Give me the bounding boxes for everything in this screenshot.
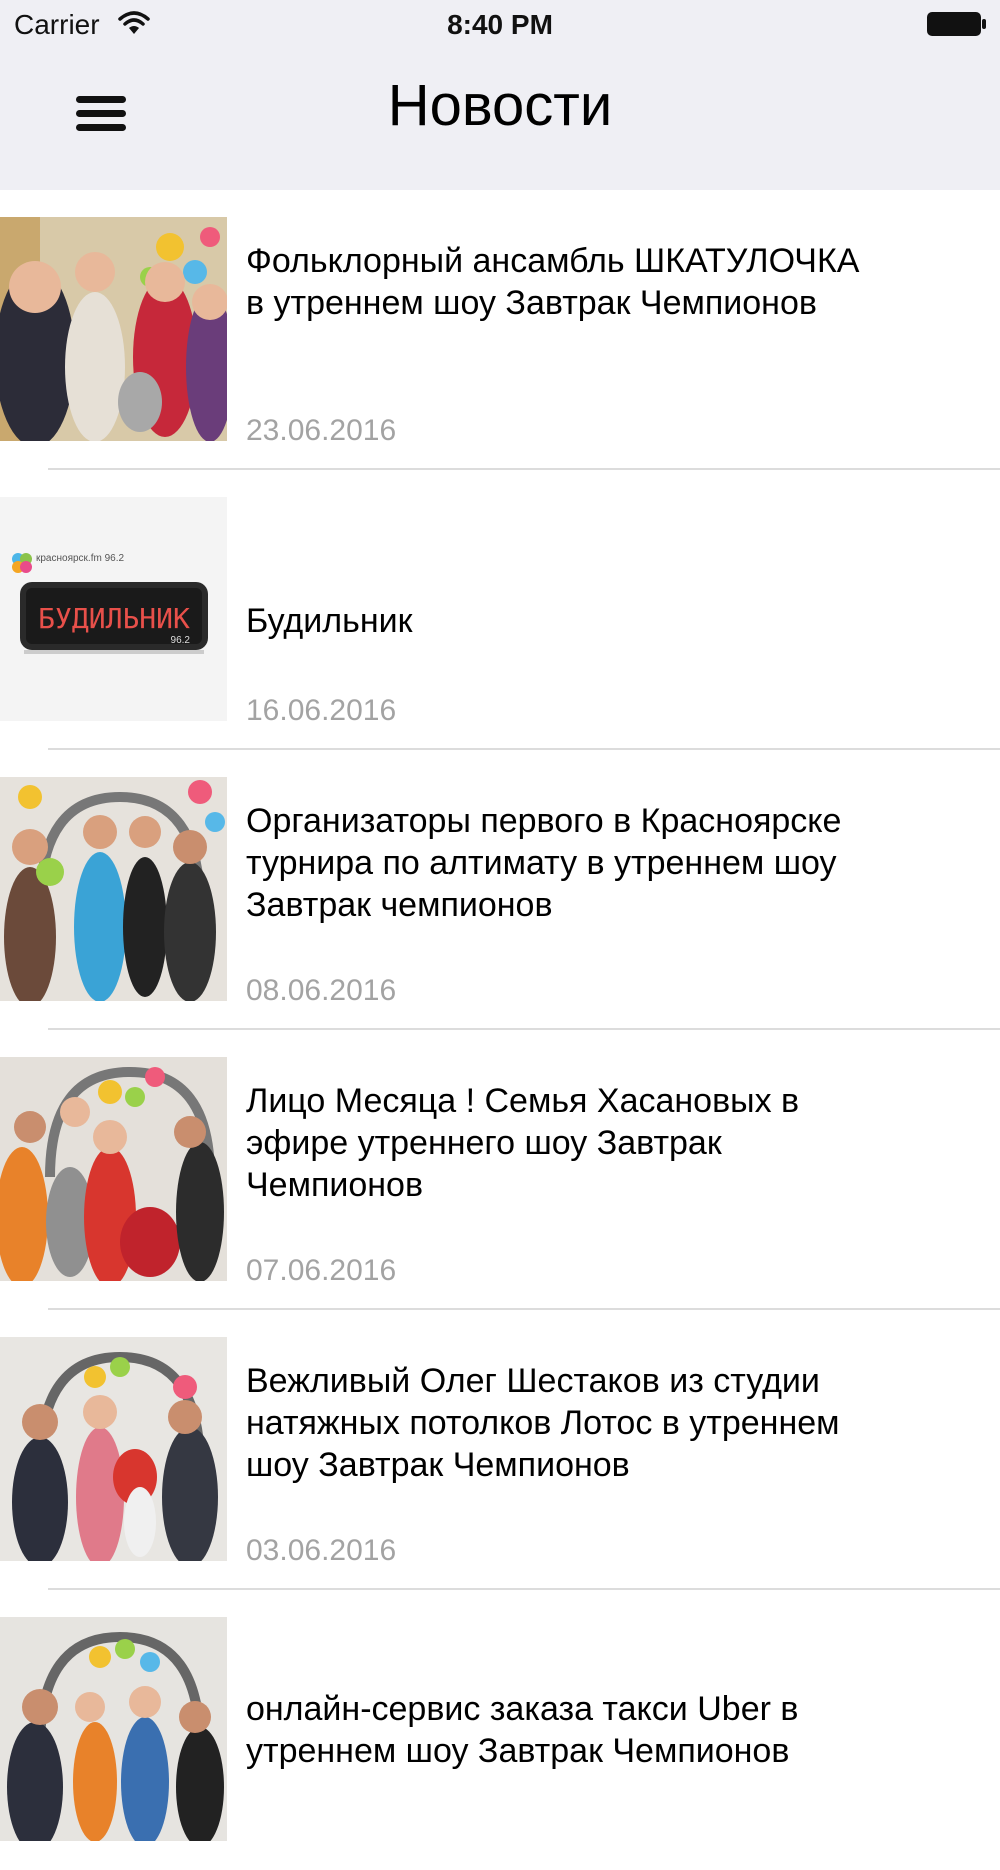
logo-frequency-text: 96.2: [171, 635, 191, 646]
navigation-bar: Новости: [0, 50, 1000, 190]
news-thumbnail: [0, 1617, 227, 1841]
news-item[interactable]: Вежливый Олег Шестаков из студии натяжны…: [0, 1310, 1000, 1590]
news-thumbnail: [0, 1337, 227, 1561]
news-date: 03.06.2016: [246, 1534, 397, 1567]
news-date: 23.06.2016: [246, 414, 397, 447]
news-title: Фольклорный ансамбль ШКАТУЛОЧКА в утренн…: [246, 242, 860, 322]
news-thumbnail: [0, 217, 227, 441]
news-item[interactable]: Организаторы первого в Красноярске турни…: [0, 750, 1000, 1030]
status-time: 8:40 PM: [447, 9, 553, 40]
news-list: Фольклорный ансамбль ШКАТУЛОЧКА в утренн…: [0, 190, 1000, 1870]
news-date: 07.06.2016: [246, 1254, 397, 1287]
page-title: Новости: [387, 73, 613, 138]
news-thumbnail: [0, 1057, 227, 1281]
news-title: Лицо Месяца ! Семья Хасановых в эфире ут…: [246, 1082, 800, 1204]
news-title: Вежливый Олег Шестаков из студии натяжны…: [246, 1362, 840, 1484]
news-item[interactable]: красноярск.fm 96.2 БУДИЛЬНИК 96.2 Будиль…: [0, 470, 1000, 750]
news-title: Будильник: [246, 602, 413, 640]
status-bar: Carrier 8:40 PM: [0, 0, 1000, 50]
logo-brand-text: красноярск.fm 96.2: [36, 553, 125, 564]
news-title: онлайн-сервис заказа такси Uber в утренн…: [246, 1690, 799, 1770]
news-item[interactable]: онлайн-сервис заказа такси Uber в утренн…: [0, 1590, 1000, 1870]
logo-display-text: БУДИЛЬНИК: [38, 602, 190, 635]
news-date: 16.06.2016: [246, 694, 397, 727]
battery-icon: [927, 12, 986, 36]
news-date: 08.06.2016: [246, 974, 397, 1007]
news-item[interactable]: Лицо Месяца ! Семья Хасановых в эфире ут…: [0, 1030, 1000, 1310]
news-thumbnail: [0, 777, 227, 1001]
radio-logo-icon: [12, 553, 32, 573]
news-title: Организаторы первого в Красноярске турни…: [246, 802, 842, 924]
news-item[interactable]: Фольклорный ансамбль ШКАТУЛОЧКА в утренн…: [0, 190, 1000, 470]
news-thumbnail: красноярск.fm 96.2 БУДИЛЬНИК 96.2: [0, 497, 227, 721]
